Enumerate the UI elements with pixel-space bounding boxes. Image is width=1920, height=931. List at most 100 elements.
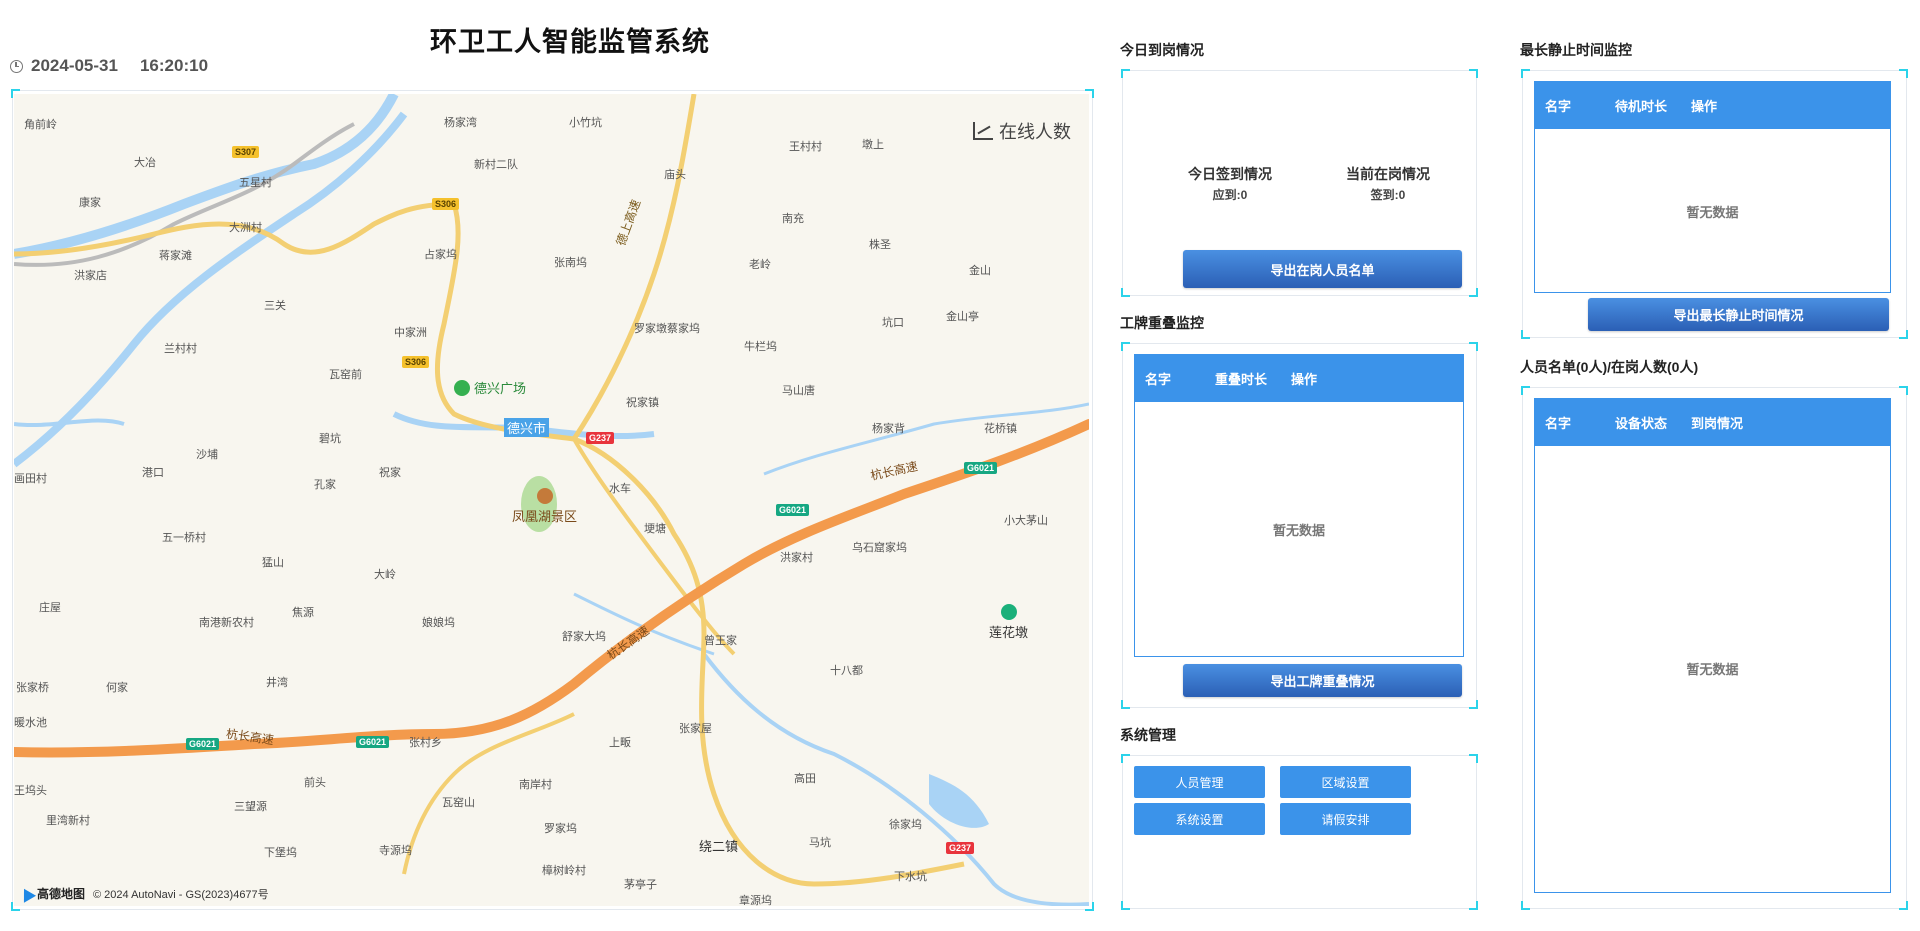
onpost-stat: 当前在岗情况 签到:0 [1346, 166, 1430, 202]
export-overlap-button[interactable]: 导出工牌重叠情况 [1183, 664, 1462, 697]
place-label: 三望源 [234, 801, 267, 813]
place-label: 占家坞 [424, 249, 457, 261]
place-label: 井湾 [266, 677, 288, 689]
place-label: 十八都 [830, 665, 863, 677]
area-settings-button[interactable]: 区域设置 [1280, 766, 1411, 798]
place-label: 杨家背 [872, 423, 905, 435]
place-label: 牛栏坞 [744, 341, 777, 353]
badge-overlap-title: 工牌重叠监控 [1120, 315, 1204, 331]
place-label: 角前岭 [24, 119, 57, 131]
place-label: 张村乡 [409, 737, 442, 749]
road-shield: S306 [402, 356, 430, 368]
place-label: 小大茅山 [1004, 515, 1048, 527]
scenic-icon [536, 488, 553, 504]
place-label: 焦源 [292, 607, 314, 619]
table-header: 名字 设备状态 到岗情况 [1535, 399, 1890, 446]
place-label: 瓦窑前 [329, 369, 362, 381]
place-label: 沙埔 [196, 449, 218, 461]
place-label: 南充 [782, 213, 804, 225]
road-shield: G6021 [186, 738, 220, 750]
place-label: 五一桥村 [162, 532, 206, 544]
idle-monitor-title: 最长静止时间监控 [1520, 42, 1632, 58]
empty-state: 暂无数据 [1686, 205, 1739, 220]
place-label: 水车 [609, 483, 631, 495]
place-label: 樟树岭村 [542, 865, 586, 877]
column-header: 操作 [1691, 99, 1718, 114]
place-label: 马坑 [809, 837, 831, 849]
road-shield: G6021 [356, 736, 390, 748]
road-shield: S307 [232, 146, 260, 158]
export-idle-button[interactable]: 导出最长静止时间情况 [1588, 298, 1889, 331]
amap-logo: 高德地图 [17, 884, 85, 903]
place-label: 画田村 [14, 473, 47, 485]
date-text: 2024-05-31 [31, 56, 118, 75]
export-onpost-button[interactable]: 导出在岗人员名单 [1183, 250, 1462, 288]
clock-icon [10, 59, 23, 73]
empty-state: 暂无数据 [1272, 523, 1325, 538]
place-label: 下堡坞 [264, 847, 297, 859]
app-title: 环卫工人智能监管系统 [430, 27, 710, 57]
signin-stat: 今日签到情况 应到:0 [1188, 166, 1272, 202]
park-icon [454, 379, 470, 396]
personnel-table: 名字 设备状态 到岗情况 暂无数据 [1534, 398, 1891, 893]
place-label: 王村村 [789, 141, 822, 153]
place-label: 绕二镇 [699, 839, 739, 854]
place-label: 乌石窟家坞 [852, 542, 907, 554]
place-label: 大冶 [134, 157, 156, 169]
online-count-toggle[interactable]: 在线人数 [973, 118, 1071, 144]
place-label: 张南坞 [554, 257, 587, 269]
place-label: 前头 [304, 777, 326, 789]
system-settings-button[interactable]: 系统设置 [1134, 803, 1265, 835]
map-view[interactable]: 角前岭 杨家湾 小竹坑 大冶 五星村 新村二队 康家 大洲村 蒋家滩 洪家店 三… [14, 94, 1089, 906]
road-shield: G237 [586, 432, 615, 444]
place-label: 寺源坞 [379, 845, 412, 857]
attendance-title: 今日到岗情况 [1120, 42, 1204, 58]
badge-overlap-table: 名字 重叠时长 操作 暂无数据 [1134, 354, 1464, 657]
column-header: 重叠时长 [1215, 372, 1268, 387]
place-label: 里湾新村 [46, 815, 90, 827]
place-label: 洪家店 [74, 270, 107, 282]
poi-lianhua[interactable]: 莲花墩 [989, 604, 1028, 641]
place-label: 三关 [264, 300, 286, 312]
place-label: 张家屋 [679, 723, 712, 735]
column-header: 名字 [1145, 372, 1172, 387]
poi-plaza[interactable]: 德兴广场 [454, 378, 526, 397]
place-label: 茅亭子 [624, 879, 657, 891]
place-label: 娘娘坞 [422, 617, 455, 629]
place-label: 王坞头 [14, 785, 47, 797]
mountain-icon [1000, 604, 1017, 620]
place-label: 墩上 [862, 139, 884, 151]
column-header: 到岗情况 [1691, 416, 1744, 431]
personnel-management-button[interactable]: 人员管理 [1134, 766, 1265, 798]
place-label: 小竹坑 [569, 117, 602, 129]
place-label: 新村二队 [474, 159, 518, 171]
place-label: 下水坑 [894, 871, 927, 883]
place-label: 祝家 [379, 467, 401, 479]
place-label: 港口 [142, 467, 164, 479]
place-label: 株圣 [869, 239, 891, 251]
place-label: 康家 [79, 197, 101, 209]
personnel-title: 人员名单(0人)/在岗人数(0人) [1520, 359, 1699, 375]
place-label: 洪家村 [780, 552, 813, 564]
map-attribution: 高德地图 © 2024 AutoNavi - GS(2023)4677号 [17, 884, 269, 903]
road-shield: G237 [946, 842, 975, 854]
column-header: 名字 [1545, 416, 1572, 431]
place-label: 孔家 [314, 479, 336, 491]
column-header: 待机时长 [1615, 99, 1668, 114]
road-shield: S306 [432, 198, 460, 210]
place-label: 祝家镇 [626, 397, 659, 409]
leave-arrangement-button[interactable]: 请假安排 [1280, 803, 1411, 835]
column-header: 名字 [1545, 99, 1572, 114]
poi-scenic[interactable]: 凤凰湖景区 [512, 488, 577, 525]
column-header: 操作 [1291, 372, 1318, 387]
place-label: 猛山 [262, 557, 284, 569]
place-label: 花桥镇 [984, 423, 1017, 435]
place-label: 大岭 [374, 569, 396, 581]
road-shield: G6021 [964, 462, 998, 474]
place-label: 暖水池 [14, 717, 47, 729]
place-label: 南港新农村 [199, 617, 254, 629]
idle-monitor-table: 名字 待机时长 操作 暂无数据 [1534, 81, 1891, 293]
table-header: 名字 待机时长 操作 [1535, 82, 1890, 129]
system-title: 系统管理 [1120, 727, 1176, 743]
poi-city[interactable]: 德兴市 [504, 418, 550, 437]
